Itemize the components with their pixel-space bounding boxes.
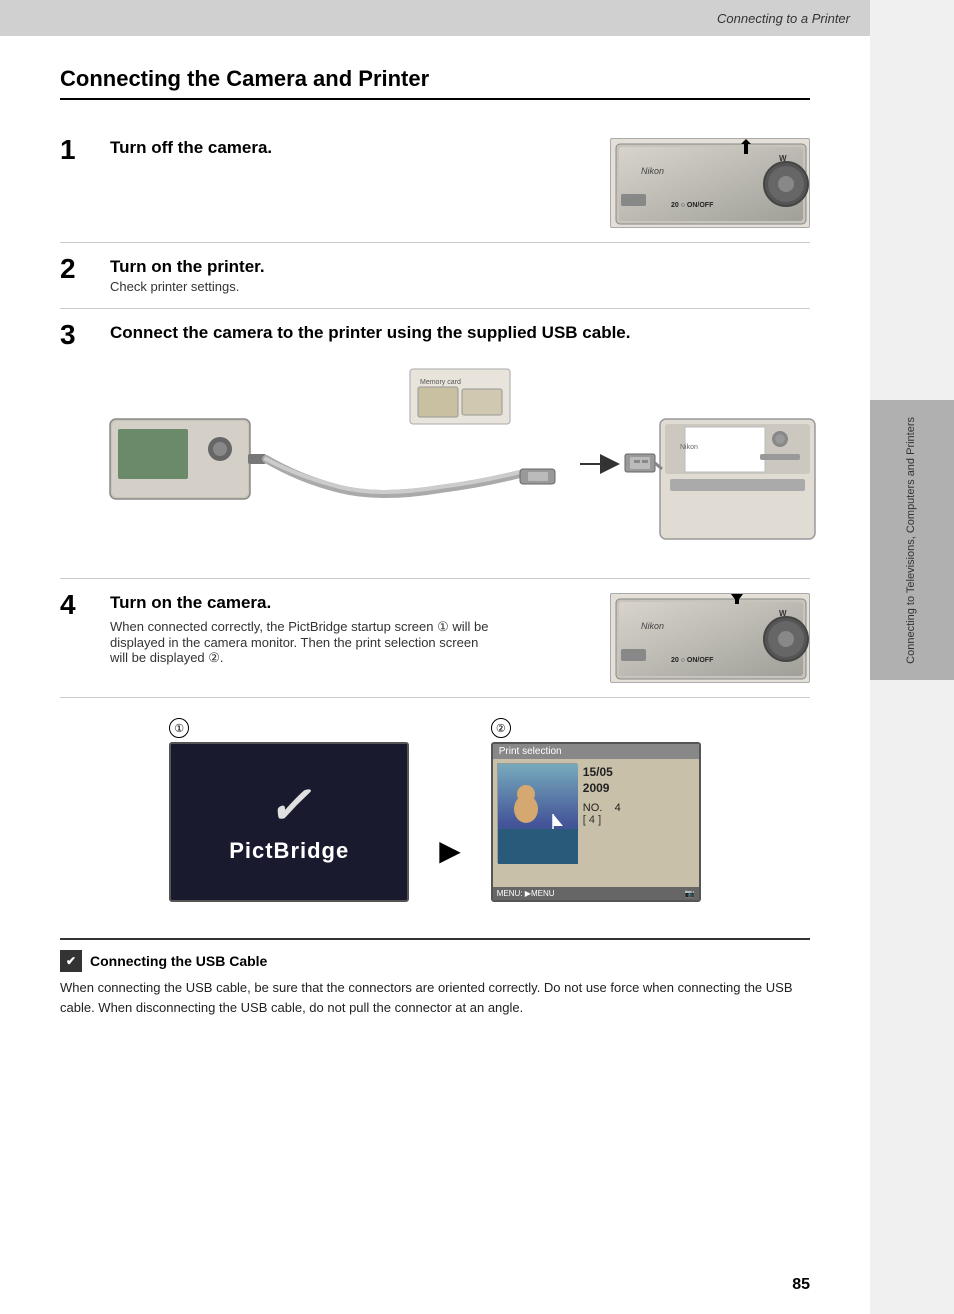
page: Connecting to a Printer Connecting the C… xyxy=(0,0,870,1314)
menu-text: MENU xyxy=(497,889,521,898)
step-3-number: 3 xyxy=(60,321,100,349)
svg-text:Memory card: Memory card xyxy=(420,379,461,386)
camera-power-image-1: 20 ○ ON/OFF W Nikon xyxy=(610,138,810,228)
print-date-line1: 15/05 xyxy=(583,765,693,781)
step-2-row: 2 Turn on the printer. Check printer set… xyxy=(60,243,810,309)
camera-power-image-4: 20 ○ ON/OFF W Nikon xyxy=(610,593,810,683)
note-header: ✔ Connecting the USB Cable xyxy=(60,950,810,972)
print-selection-container: ② Print selection xyxy=(491,718,701,902)
camera-svg-1: 20 ○ ON/OFF W Nikon xyxy=(611,139,810,228)
svg-text:20 ○ ON/OFF: 20 ○ ON/OFF xyxy=(671,202,714,209)
print-sel-body: 15/05 2009 NO. 4 [ 4 ] xyxy=(493,759,699,867)
step-4-number: 4 xyxy=(60,591,100,619)
page-number: 85 xyxy=(792,1276,810,1294)
step-3-header: 3 Connect the camera to the printer usin… xyxy=(60,323,810,349)
step-2-number: 2 xyxy=(60,255,100,283)
step-1-number: 1 xyxy=(60,136,100,164)
step-3-diagram: Nikon xyxy=(100,359,810,564)
print-no: NO. 4 xyxy=(583,802,693,814)
step-1-row: 1 Turn off the camera. xyxy=(60,124,810,243)
print-date-line2: 2009 xyxy=(583,781,693,797)
step-4-sub-text: When connected correctly, the PictBridge… xyxy=(110,619,490,666)
step-4-content: Turn on the camera. When connected corre… xyxy=(110,593,590,666)
note-icon-checkmark: ✔ xyxy=(60,950,82,972)
note-box: ✔ Connecting the USB Cable When connecti… xyxy=(60,938,810,1017)
menu-label: MENU: ▶MENU xyxy=(497,889,555,898)
pictbridge-text: PictBridge xyxy=(229,838,349,864)
print-count: [ 4 ] xyxy=(583,814,693,826)
pictbridge-screen: ✓ PictBridge xyxy=(169,742,409,902)
svg-text:Nikon: Nikon xyxy=(641,621,664,631)
screens-arrow: ▶ xyxy=(439,834,461,867)
print-sel-footer: MENU: ▶MENU 📷 xyxy=(493,887,699,900)
no-value: 4 xyxy=(615,802,621,814)
photo-thumbnail xyxy=(498,764,578,864)
step-2-content: Turn on the printer. Check printer setti… xyxy=(110,257,810,294)
svg-text:Nikon: Nikon xyxy=(641,166,664,176)
step-3-main-text: Connect the camera to the printer using … xyxy=(110,323,810,343)
step-3-content: Connect the camera to the printer using … xyxy=(110,323,810,345)
camera-svg-4: 20 ○ ON/OFF W Nikon xyxy=(611,594,810,683)
usb-connection-diagram: Nikon xyxy=(100,359,820,559)
print-sel-info: 15/05 2009 NO. 4 [ 4 ] xyxy=(581,763,695,863)
header-bar: Connecting to a Printer xyxy=(0,0,870,36)
count-val: 4 xyxy=(589,814,595,826)
step-4-main-text: Turn on the camera. xyxy=(110,593,590,613)
main-heading: Connecting the Camera and Printer xyxy=(60,66,810,100)
step-1-main-text: Turn off the camera. xyxy=(110,138,590,158)
pictbridge-logo-mark: ✓ xyxy=(267,780,311,832)
print-selection-screen: Print selection xyxy=(491,742,701,902)
screens-section: ① ✓ PictBridge ▶ ② Print selection xyxy=(60,698,810,922)
content: Connecting the Camera and Printer 1 Turn… xyxy=(0,36,870,1047)
svg-text:20 ○ ON/OFF: 20 ○ ON/OFF xyxy=(671,657,714,664)
note-text: When connecting the USB cable, be sure t… xyxy=(60,978,810,1017)
circle-1: ① xyxy=(169,718,189,738)
sidebar-tab-text: Connecting to Televisions, Computers and… xyxy=(904,417,919,664)
step-4-row: 4 Turn on the camera. When connected cor… xyxy=(60,579,810,698)
svg-text:Nikon: Nikon xyxy=(680,444,698,451)
step-1-image: 20 ○ ON/OFF W Nikon xyxy=(610,138,810,228)
footer-icon: 📷 xyxy=(685,889,695,898)
step-2-sub-text: Check printer settings. xyxy=(110,279,810,294)
pictbridge-screen-container: ① ✓ PictBridge xyxy=(169,718,409,902)
note-title: Connecting the USB Cable xyxy=(90,953,267,969)
sidebar-tab: Connecting to Televisions, Computers and… xyxy=(870,400,954,680)
no-label: NO. xyxy=(583,802,603,814)
header-title: Connecting to a Printer xyxy=(717,11,850,26)
circle-2: ② xyxy=(491,718,511,738)
print-sel-photo xyxy=(497,763,577,863)
step-2-main-text: Turn on the printer. xyxy=(110,257,810,277)
step-4-image: 20 ○ ON/OFF W Nikon xyxy=(610,593,810,683)
step-3-container: 3 Connect the camera to the printer usin… xyxy=(60,309,810,579)
print-sel-header: Print selection xyxy=(493,744,699,759)
step-1-content: Turn off the camera. xyxy=(110,138,590,160)
